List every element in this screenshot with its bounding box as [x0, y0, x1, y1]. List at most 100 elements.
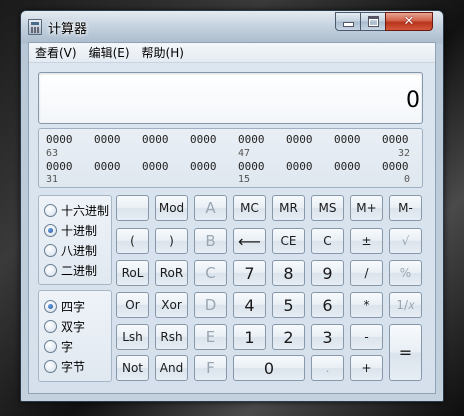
close-icon: ✕: [403, 14, 415, 29]
digit-7-button[interactable]: 7: [233, 260, 266, 286]
close-button[interactable]: ✕: [385, 12, 433, 31]
sqrt-button[interactable]: √: [389, 228, 422, 254]
menu-help[interactable]: 帮助(H): [136, 44, 190, 61]
window-title: 计算器: [48, 22, 88, 37]
bit-group: 0000: [94, 160, 121, 173]
left-shift-button[interactable]: Lsh: [116, 324, 149, 350]
and-button[interactable]: And: [155, 355, 188, 381]
radio-oct[interactable]: 八进制: [44, 240, 112, 260]
memory-recall-button[interactable]: MR: [272, 195, 305, 221]
add-button[interactable]: +: [350, 355, 383, 381]
bit-index: 63: [46, 148, 59, 159]
right-shift-button[interactable]: Rsh: [155, 324, 188, 350]
digit-2-button[interactable]: 2: [272, 324, 305, 350]
calculator-app-icon[interactable]: [28, 19, 42, 35]
hex-c-button[interactable]: C: [194, 260, 227, 286]
multiply-button[interactable]: *: [350, 292, 383, 318]
radio-bin[interactable]: 二进制: [44, 260, 112, 280]
equals-button[interactable]: =: [389, 324, 422, 381]
radio-word[interactable]: 字: [44, 336, 112, 356]
radio-icon[interactable]: [44, 359, 57, 373]
bit-group: 0000: [286, 133, 313, 146]
digit-6-button[interactable]: 6: [311, 292, 344, 318]
bit-group: 0000: [334, 160, 361, 173]
radio-qword[interactable]: 四字: [44, 296, 112, 316]
radio-hex[interactable]: 十六进制: [44, 200, 112, 220]
memory-subtract-button[interactable]: M-: [389, 195, 422, 221]
not-button[interactable]: Not: [116, 355, 149, 381]
bit-group: 0000: [46, 133, 73, 146]
clear-entry-button[interactable]: CE: [272, 228, 305, 254]
radio-byte[interactable]: 字节: [44, 356, 112, 376]
decimal-button[interactable]: .: [311, 355, 344, 381]
bit-index: 0: [403, 174, 410, 185]
bit-group: 0000: [238, 133, 265, 146]
digit-0-button[interactable]: 0: [233, 355, 305, 381]
percent-button[interactable]: %: [389, 260, 422, 286]
right-paren-button[interactable]: ): [155, 228, 188, 254]
backspace-button[interactable]: ⟵: [233, 228, 266, 254]
bit-group: 0000: [382, 160, 409, 173]
radio-icon[interactable]: [44, 319, 57, 333]
bit-group: 0000: [190, 160, 217, 173]
menu-view[interactable]: 查看(V): [29, 44, 83, 61]
hex-d-button[interactable]: D: [194, 292, 227, 318]
digit-9-button[interactable]: 9: [311, 260, 344, 286]
hex-b-button[interactable]: B: [194, 228, 227, 254]
negate-button[interactable]: ±: [350, 228, 383, 254]
hex-e-button[interactable]: E: [194, 324, 227, 350]
digit-5-button[interactable]: 5: [272, 292, 305, 318]
blank-key[interactable]: [116, 195, 149, 221]
radio-icon[interactable]: [44, 299, 57, 313]
divide-button[interactable]: /: [350, 260, 383, 286]
minimize-icon: [342, 22, 354, 27]
rotate-left-button[interactable]: RoL: [116, 260, 149, 286]
bit-index: 32: [397, 148, 410, 159]
bit-group: 0000: [382, 133, 409, 146]
memory-clear-button[interactable]: MC: [233, 195, 266, 221]
display-value: 0: [406, 88, 420, 113]
bit-group: 0000: [190, 133, 217, 146]
bit-group: 0000: [46, 160, 73, 173]
menu-bar: 查看(V) 编辑(E) 帮助(H): [29, 43, 435, 63]
radio-icon[interactable]: [44, 243, 57, 257]
hex-a-button[interactable]: A: [194, 195, 227, 221]
menu-edit[interactable]: 编辑(E): [83, 44, 136, 61]
hex-f-button[interactable]: F: [194, 355, 227, 381]
maximize-icon: [367, 16, 379, 27]
maximize-button[interactable]: [360, 12, 386, 31]
bit-index: 15: [238, 174, 251, 185]
radio-label: 字节: [61, 359, 86, 374]
mod-button[interactable]: Mod: [155, 195, 188, 221]
radio-icon[interactable]: [44, 223, 57, 237]
or-button[interactable]: Or: [116, 292, 149, 318]
radio-label: 四字: [61, 299, 86, 314]
base-radio-list: 十六进制十进制八进制二进制: [44, 200, 112, 280]
xor-button[interactable]: Xor: [155, 292, 188, 318]
radio-label: 二进制: [61, 263, 98, 278]
clear-button[interactable]: C: [311, 228, 344, 254]
bit-group: 0000: [142, 133, 169, 146]
digit-3-button[interactable]: 3: [311, 324, 344, 350]
radio-icon[interactable]: [44, 263, 57, 277]
digit-8-button[interactable]: 8: [272, 260, 305, 286]
radio-icon[interactable]: [44, 339, 57, 353]
subtract-button[interactable]: -: [350, 324, 383, 350]
digit-1-button[interactable]: 1: [233, 324, 266, 350]
radio-dec[interactable]: 十进制: [44, 220, 112, 240]
reciprocal-button[interactable]: 1/𝑥: [389, 292, 422, 318]
radio-dword[interactable]: 双字: [44, 316, 112, 336]
radio-icon[interactable]: [44, 203, 57, 217]
bit-group: 0000: [238, 160, 265, 173]
radio-label: 十六进制: [61, 203, 110, 218]
radio-label: 双字: [61, 319, 86, 334]
minimize-button[interactable]: [335, 12, 361, 31]
left-paren-button[interactable]: (: [116, 228, 149, 254]
memory-store-button[interactable]: MS: [311, 195, 344, 221]
rotate-right-button[interactable]: RoR: [155, 260, 188, 286]
digit-4-button[interactable]: 4: [233, 292, 266, 318]
bit-index: 47: [238, 148, 251, 159]
radio-label: 十进制: [61, 223, 98, 238]
radio-label: 字: [61, 339, 74, 354]
memory-add-button[interactable]: M+: [350, 195, 383, 221]
